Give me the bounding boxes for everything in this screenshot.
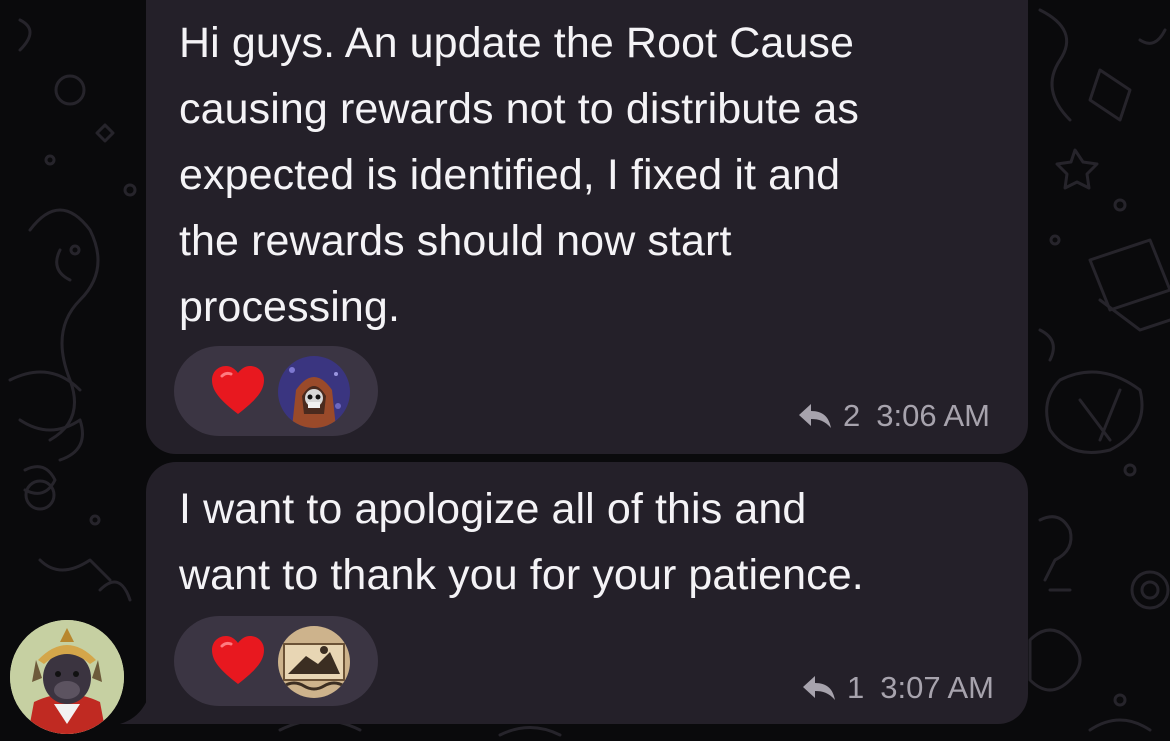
heart-icon <box>212 366 264 414</box>
message-text: Hi guys. An update the Root Cause causin… <box>179 19 860 331</box>
reactor-avatar <box>278 356 350 428</box>
message-meta: 1 3:07 AM <box>801 668 994 708</box>
reaction-pill[interactable] <box>174 346 378 436</box>
reply-icon[interactable] <box>797 402 833 430</box>
bubble-tail <box>120 684 170 724</box>
reactor-avatar <box>278 626 350 698</box>
message-bubble[interactable]: I want to apologize all of this and want… <box>146 462 1028 724</box>
reply-icon[interactable] <box>801 674 837 702</box>
message-meta: 2 3:06 AM <box>797 396 990 436</box>
message-bubble[interactable]: Hi guys. An update the Root Cause causin… <box>146 0 1028 454</box>
reaction-pill[interactable] <box>174 616 378 706</box>
heart-icon <box>212 636 264 684</box>
message-time: 3:06 AM <box>876 398 990 433</box>
message-text: I want to apologize all of this and want… <box>179 485 864 599</box>
sender-avatar[interactable] <box>10 620 124 734</box>
chat-view: Hi guys. An update the Root Cause causin… <box>0 0 1170 741</box>
reply-count[interactable]: 1 <box>847 670 864 706</box>
message-time: 3:07 AM <box>880 670 994 705</box>
reply-count[interactable]: 2 <box>843 398 860 434</box>
